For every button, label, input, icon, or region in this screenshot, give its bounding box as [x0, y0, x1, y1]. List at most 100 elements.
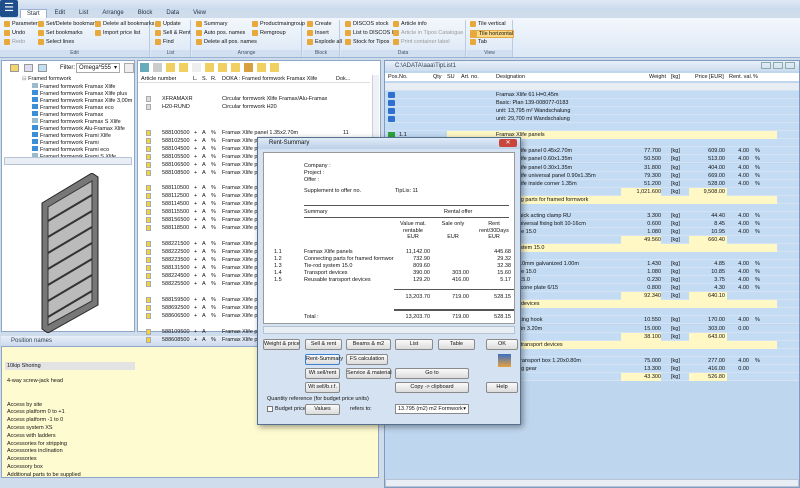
close-icon[interactable]: ✕ [499, 139, 517, 147]
restore-icon[interactable] [773, 62, 783, 69]
ribbon-tile-horizontal-button[interactable]: Tile horizontal [470, 30, 515, 38]
weight-price-button[interactable]: Weight & price [263, 339, 300, 350]
beams-m2-button[interactable]: Beams & m2 [346, 339, 391, 350]
go-to-button[interactable]: Go to [395, 368, 469, 379]
ribbon-import-price-list-button[interactable]: Import price list [95, 30, 140, 36]
tree-root[interactable]: ⊟ Framed formwork [22, 75, 71, 83]
copy-clipboard-button[interactable]: Copy -> clipboard [395, 382, 469, 393]
doc-row-info[interactable]: unit: 29,700 ml Wandschalung [385, 115, 799, 124]
refers-to-select[interactable]: 13.795 (m2) m2 Formwork ▾ [395, 404, 469, 414]
folder-icon[interactable] [179, 63, 188, 72]
close-icon[interactable] [785, 62, 795, 69]
position-name-item[interactable]: 4-way screw-jack head [7, 377, 63, 385]
sell-rent-button[interactable]: Sell & rent [305, 339, 342, 350]
doc-row-info[interactable]: Basic: Plan 139-008077-0183 [385, 99, 799, 108]
col-r[interactable]: R. [211, 75, 217, 83]
col-designation[interactable]: Designation [496, 73, 525, 81]
group-icon[interactable] [205, 63, 214, 72]
ribbon-sell-rent-button[interactable]: Sell & Rent [155, 30, 191, 36]
doc-row-blank[interactable] [385, 83, 799, 91]
info-icon[interactable] [140, 63, 149, 72]
ribbon-update-button[interactable]: Update [155, 21, 181, 27]
wt-sell-rent-button[interactable]: Wt sell/rent [305, 368, 340, 379]
position-name-item[interactable]: Access by site [7, 401, 42, 409]
ribbon-article-in-tipos-catalogue-button[interactable]: Article in Tipos Catalogue [393, 30, 463, 36]
position-name-item[interactable]: Access system XS [7, 424, 53, 432]
ribbon-print-container-label-button[interactable]: Print container label [393, 39, 450, 45]
tree-horizontal-scrollbar[interactable] [4, 157, 132, 165]
list-button[interactable]: List [395, 339, 433, 350]
ribbon-stock-for-tipos-button[interactable]: Stock for Tipos [345, 39, 389, 45]
position-header[interactable]: 10kip Shoring [5, 362, 135, 370]
ribbon-set-delete-bookmarks-button[interactable]: Set/Delete bookmarks [38, 21, 100, 27]
group-icon[interactable] [257, 63, 266, 72]
ribbon-summary-button[interactable]: Summary [196, 21, 228, 27]
ribbon-create-button[interactable]: Create [307, 21, 332, 27]
values-button[interactable]: Values [305, 404, 340, 415]
position-name-item[interactable]: Accessories [7, 455, 37, 463]
box-icon[interactable] [244, 63, 253, 72]
col-percent[interactable]: % [753, 73, 758, 81]
copy-icon[interactable] [192, 63, 201, 72]
ribbon-discos-stock-button[interactable]: DISCOS stock [345, 21, 388, 27]
position-name-item[interactable]: Accessories for stripping [7, 440, 67, 448]
ribbon-undo-button[interactable]: Undo [4, 30, 25, 36]
ok-button[interactable]: OK [486, 339, 518, 350]
wt-sell-brf-button[interactable]: Wt sell/b.r.f. [305, 382, 340, 393]
ribbon-list-to-discos-ii-button[interactable]: List to DISCOS II [345, 30, 395, 36]
group-icon[interactable] [231, 63, 240, 72]
article-row[interactable]: 588100500 + A% Framax Xlife panel 1.35x2.70… [138, 129, 370, 137]
doc-row-info[interactable]: unit: 13,795 m² Wandschalung [385, 107, 799, 116]
ribbon-delete-all-pos-names-button[interactable]: Delete all pos. names [196, 39, 257, 45]
col-unit[interactable]: [kg] [671, 73, 680, 81]
ribbon-tab-button[interactable]: Tab [470, 39, 487, 45]
ribbon-explode-all-button[interactable]: Explode all [307, 39, 342, 45]
app-menu-button[interactable]: ☰ [0, 0, 18, 17]
star-icon[interactable] [10, 64, 19, 72]
ribbon-productmaingroup-button[interactable]: Productmaingroup [252, 21, 305, 27]
filter-combobox[interactable]: Omega*555 ▾ [76, 63, 120, 73]
col-weight[interactable]: Weight [649, 73, 666, 81]
ribbon-redo-button[interactable]: Redo [4, 39, 25, 45]
fs-calculation-button[interactable]: FS calculation [346, 354, 388, 365]
list-view-icon[interactable] [38, 64, 47, 72]
position-name-item[interactable]: Access platform 0 to +1 [7, 408, 65, 416]
ribbon-insert-button[interactable]: Insert [307, 30, 329, 36]
col-price[interactable]: Price [EUR] [695, 73, 724, 81]
filter-icon[interactable] [166, 63, 175, 72]
col-pos-no[interactable]: Pos.No. [388, 73, 408, 81]
budget-price-checkbox[interactable] [267, 406, 273, 412]
col-qty[interactable]: Qty [433, 73, 442, 81]
group-icon[interactable] [270, 63, 279, 72]
ribbon-parameters-button[interactable]: Parameters [4, 21, 40, 27]
ribbon-find-button[interactable]: Find [155, 39, 174, 45]
col-l[interactable]: L. [193, 75, 198, 83]
position-name-item[interactable]: Access with ladders [7, 432, 56, 440]
refresh-icon[interactable] [153, 63, 162, 72]
minimize-icon[interactable] [761, 62, 771, 69]
ribbon-set-bookmarks-button[interactable]: Set bookmarks [38, 30, 83, 36]
col-s[interactable]: S. [202, 75, 207, 83]
group-icon[interactable] [218, 63, 227, 72]
doc-row-info[interactable]: Framax Xlife 61 H=0,45m [385, 91, 799, 100]
col-article-number[interactable]: Article number [141, 75, 176, 83]
tree-view-icon[interactable] [24, 64, 33, 72]
position-name-item[interactable]: Additional parts to be supplied [7, 471, 81, 479]
doc-row-blank[interactable] [385, 123, 799, 132]
ribbon-delete-all-bookmarks-button[interactable]: Delete all bookmarks [95, 21, 154, 27]
col-rent-val[interactable]: Rent. val. [729, 73, 752, 81]
doc-horizontal-scrollbar[interactable] [385, 479, 799, 487]
rent-summary-button[interactable]: Rent-Summary [305, 354, 343, 365]
col-description[interactable]: DOKA : Framed formwork Framax Xlife [222, 75, 317, 83]
help-button[interactable]: Help [486, 382, 518, 393]
position-name-item[interactable]: Accessories inclination [7, 447, 63, 455]
col-art-no[interactable]: Art. no. [461, 73, 479, 81]
report-scrollbar[interactable] [263, 326, 515, 334]
col-dok[interactable]: Dok... [336, 75, 350, 83]
filter-apply-button[interactable] [124, 63, 134, 73]
ribbon-tile-vertical-button[interactable]: Tile vertical [470, 21, 506, 27]
article-row[interactable]: H20-RUND Circular formwork H20 [138, 103, 370, 111]
table-button[interactable]: Table [438, 339, 475, 350]
service-material-button[interactable]: Service & material [346, 368, 392, 379]
ribbon-select-lines-button[interactable]: Select lines [38, 39, 74, 45]
